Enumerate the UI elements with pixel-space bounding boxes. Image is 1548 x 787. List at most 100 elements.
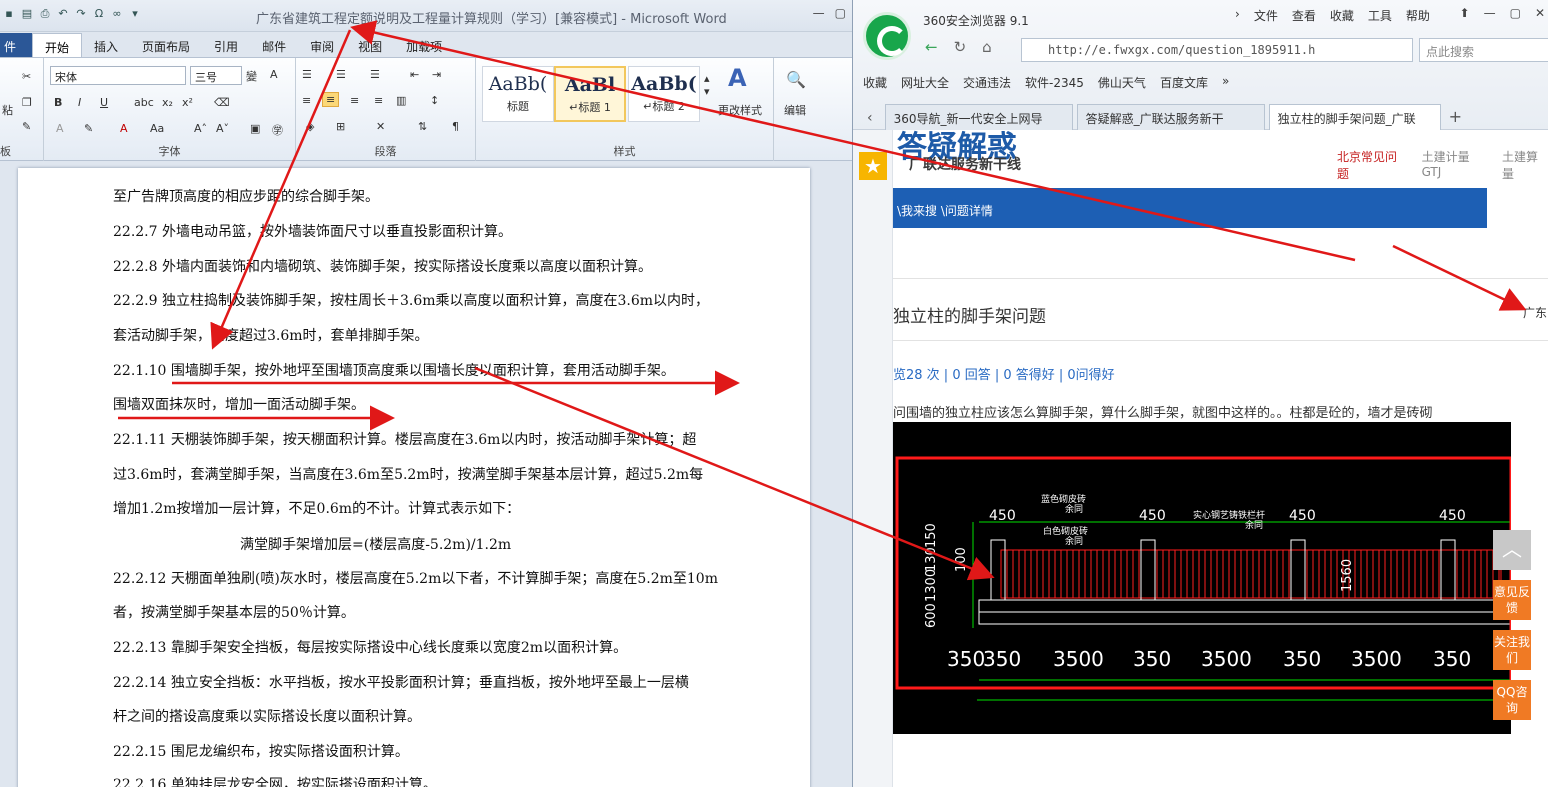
align-left-icon[interactable]: ≡ — [302, 94, 311, 107]
menu-arrow-icon[interactable]: › — [1235, 7, 1240, 24]
decrease-indent-icon[interactable]: ⇤ — [410, 68, 419, 81]
minimize-icon[interactable]: — — [813, 6, 825, 20]
link-gtj[interactable]: 土建计量GTJ — [1422, 148, 1488, 182]
tab-review[interactable]: 审阅 — [298, 33, 346, 57]
align-right-icon[interactable]: ≡ — [350, 94, 359, 107]
bookmark-traffic[interactable]: 交通违法 — [963, 74, 1011, 91]
menu-view[interactable]: 查看 — [1292, 7, 1316, 24]
link-beijing[interactable]: 北京常见问题 — [1337, 148, 1408, 182]
back-to-top-icon[interactable]: ︿ — [1493, 530, 1531, 570]
font-size-select[interactable]: 三号 — [190, 66, 242, 85]
open-icon[interactable]: ▤ — [20, 7, 34, 21]
line-spacing-icon[interactable]: ↕ — [430, 94, 439, 107]
bookmark-hao[interactable]: 网址大全 — [901, 74, 949, 91]
multilevel-list-icon[interactable]: ☰ — [370, 68, 380, 81]
tab-addins[interactable]: 加载项 — [394, 33, 454, 57]
find-icon[interactable]: 🔍 — [786, 70, 806, 89]
align-center-icon[interactable]: ≡ — [322, 92, 340, 107]
feedback-button[interactable]: 意见反馈 — [1493, 580, 1531, 620]
styles-scroll-icon[interactable]: ▴ ▾ — [704, 72, 710, 98]
tab-insert[interactable]: 插入 — [82, 33, 130, 57]
skin-icon[interactable]: ⬆ — [1460, 6, 1470, 20]
more-bookmarks-icon[interactable]: » — [1222, 74, 1229, 91]
grow-font-icon[interactable]: A˄ — [194, 122, 207, 135]
change-styles-icon[interactable]: A — [728, 64, 747, 92]
redo-icon[interactable]: ↷ — [74, 7, 88, 21]
tab-mailings[interactable]: 邮件 — [250, 33, 298, 57]
font-color-icon[interactable]: A — [120, 122, 128, 135]
style-heading-1[interactable]: AaBl ↵标题 1 — [554, 66, 626, 122]
clear-format-icon[interactable]: ⌫ — [214, 96, 230, 109]
minimize-icon[interactable]: — — [1484, 6, 1496, 20]
follow-button[interactable]: 关注我们 — [1493, 630, 1531, 670]
bookmark-2345[interactable]: 软件-2345 — [1025, 74, 1084, 91]
distributed-icon[interactable]: ▥ — [396, 94, 406, 107]
address-bar[interactable]: http://e.fwxgx.com/question_1895911.h — [1021, 38, 1413, 62]
cad-drawing[interactable]: 450 450 450 450 350 350 3500 350 3500 35… — [893, 422, 1513, 734]
shrink-font-icon[interactable]: A˅ — [216, 122, 229, 135]
qq-button[interactable]: QQ咨询 — [1493, 680, 1531, 720]
tab-qa[interactable]: 答疑解惑_广联达服务新干 — [1076, 104, 1265, 130]
document-page[interactable]: 至广告牌顶高度的相应步距的综合脚手架。 22.2.7 外墙电动吊篮，按外墙装饰面… — [18, 168, 810, 787]
omega-icon[interactable]: Ω — [92, 7, 106, 21]
save-icon[interactable]: ▪ — [2, 7, 16, 21]
numbering-icon[interactable]: ☰ — [336, 68, 346, 81]
infinity-icon[interactable]: ∞ — [110, 7, 124, 21]
bookmark-wenku[interactable]: 百度文库 — [1160, 74, 1208, 91]
breadcrumb[interactable]: \我来搜 \问题详情 — [893, 188, 1487, 228]
tab-home[interactable]: 开始 — [32, 33, 83, 57]
shading-icon[interactable]: ◈ — [306, 120, 314, 133]
paste-button[interactable]: 粘 — [2, 102, 13, 118]
tab-file[interactable]: 件 — [0, 33, 32, 57]
borders-icon[interactable]: ⊞ — [336, 120, 345, 133]
back-icon[interactable]: ← — [925, 38, 938, 56]
text-effect-icon[interactable]: A — [56, 122, 64, 135]
menu-file[interactable]: 文件 — [1254, 7, 1278, 24]
bullets-icon[interactable]: ☰ — [302, 68, 312, 81]
refresh-icon[interactable]: ↻ — [954, 38, 967, 56]
menu-favorites[interactable]: 收藏 — [1330, 7, 1354, 24]
char-border-icon[interactable]: A — [270, 68, 278, 81]
format-painter-icon[interactable]: ✎ — [22, 120, 31, 133]
menu-help[interactable]: 帮助 — [1406, 7, 1430, 24]
tab-scroll-left-icon[interactable]: ‹ — [853, 110, 881, 130]
tab-current[interactable]: 独立柱的脚手架问题_广联 — [1268, 104, 1441, 130]
bookmark-favorites[interactable]: 收藏 — [863, 74, 887, 91]
star-icon[interactable]: ★ — [859, 152, 887, 180]
undo-icon[interactable]: ↶ — [56, 7, 70, 21]
highlight-icon[interactable]: ✎ — [84, 122, 93, 135]
increase-indent-icon[interactable]: ⇥ — [432, 68, 441, 81]
style-heading-2[interactable]: AaBb( ↵标题 2 — [628, 66, 700, 122]
tab-references[interactable]: 引用 — [202, 33, 250, 57]
print-icon[interactable]: ⎙ — [38, 7, 52, 21]
menu-tools[interactable]: 工具 — [1368, 7, 1392, 24]
justify-icon[interactable]: ≡ — [374, 94, 383, 107]
copy-icon[interactable]: ❐ — [22, 96, 32, 109]
bookmark-weather[interactable]: 佛山天气 — [1098, 74, 1146, 91]
strikethrough-button[interactable]: abc — [134, 96, 154, 109]
region-link[interactable]: 广东 — [1523, 304, 1547, 321]
superscript-button[interactable]: x² — [182, 96, 193, 109]
cut-icon[interactable]: ✂ — [22, 70, 31, 83]
bold-button[interactable]: B — [54, 96, 62, 109]
link-tujian[interactable]: 土建算量 — [1502, 148, 1548, 182]
char-shading-icon[interactable]: ▣ — [250, 122, 260, 135]
underline-button[interactable]: U — [100, 96, 108, 109]
enclose-char-icon[interactable]: ㊫ — [272, 122, 283, 138]
edit-button[interactable]: 编辑 — [784, 102, 806, 118]
restore-icon[interactable]: ▢ — [835, 6, 846, 20]
font-name-select[interactable]: 宋体 — [50, 66, 186, 85]
italic-button[interactable]: I — [78, 96, 81, 109]
maximize-icon[interactable]: ▢ — [1510, 6, 1521, 20]
phonetic-icon[interactable]: 變 — [246, 68, 257, 84]
sort-icon[interactable]: ⇅ — [418, 120, 427, 133]
chinese-layout-icon[interactable]: ✕ — [376, 120, 385, 133]
tab-360-nav[interactable]: 360导航_新一代安全上网导 — [884, 104, 1073, 130]
home-icon[interactable]: ⌂ — [982, 38, 992, 56]
search-input[interactable]: 点此搜索 — [1419, 38, 1548, 62]
show-marks-icon[interactable]: ¶ — [452, 120, 459, 133]
change-case-icon[interactable]: Aa — [150, 122, 164, 135]
close-icon[interactable]: ✕ — [1535, 6, 1545, 20]
tab-view[interactable]: 视图 — [346, 33, 394, 57]
subscript-button[interactable]: x₂ — [162, 96, 173, 109]
